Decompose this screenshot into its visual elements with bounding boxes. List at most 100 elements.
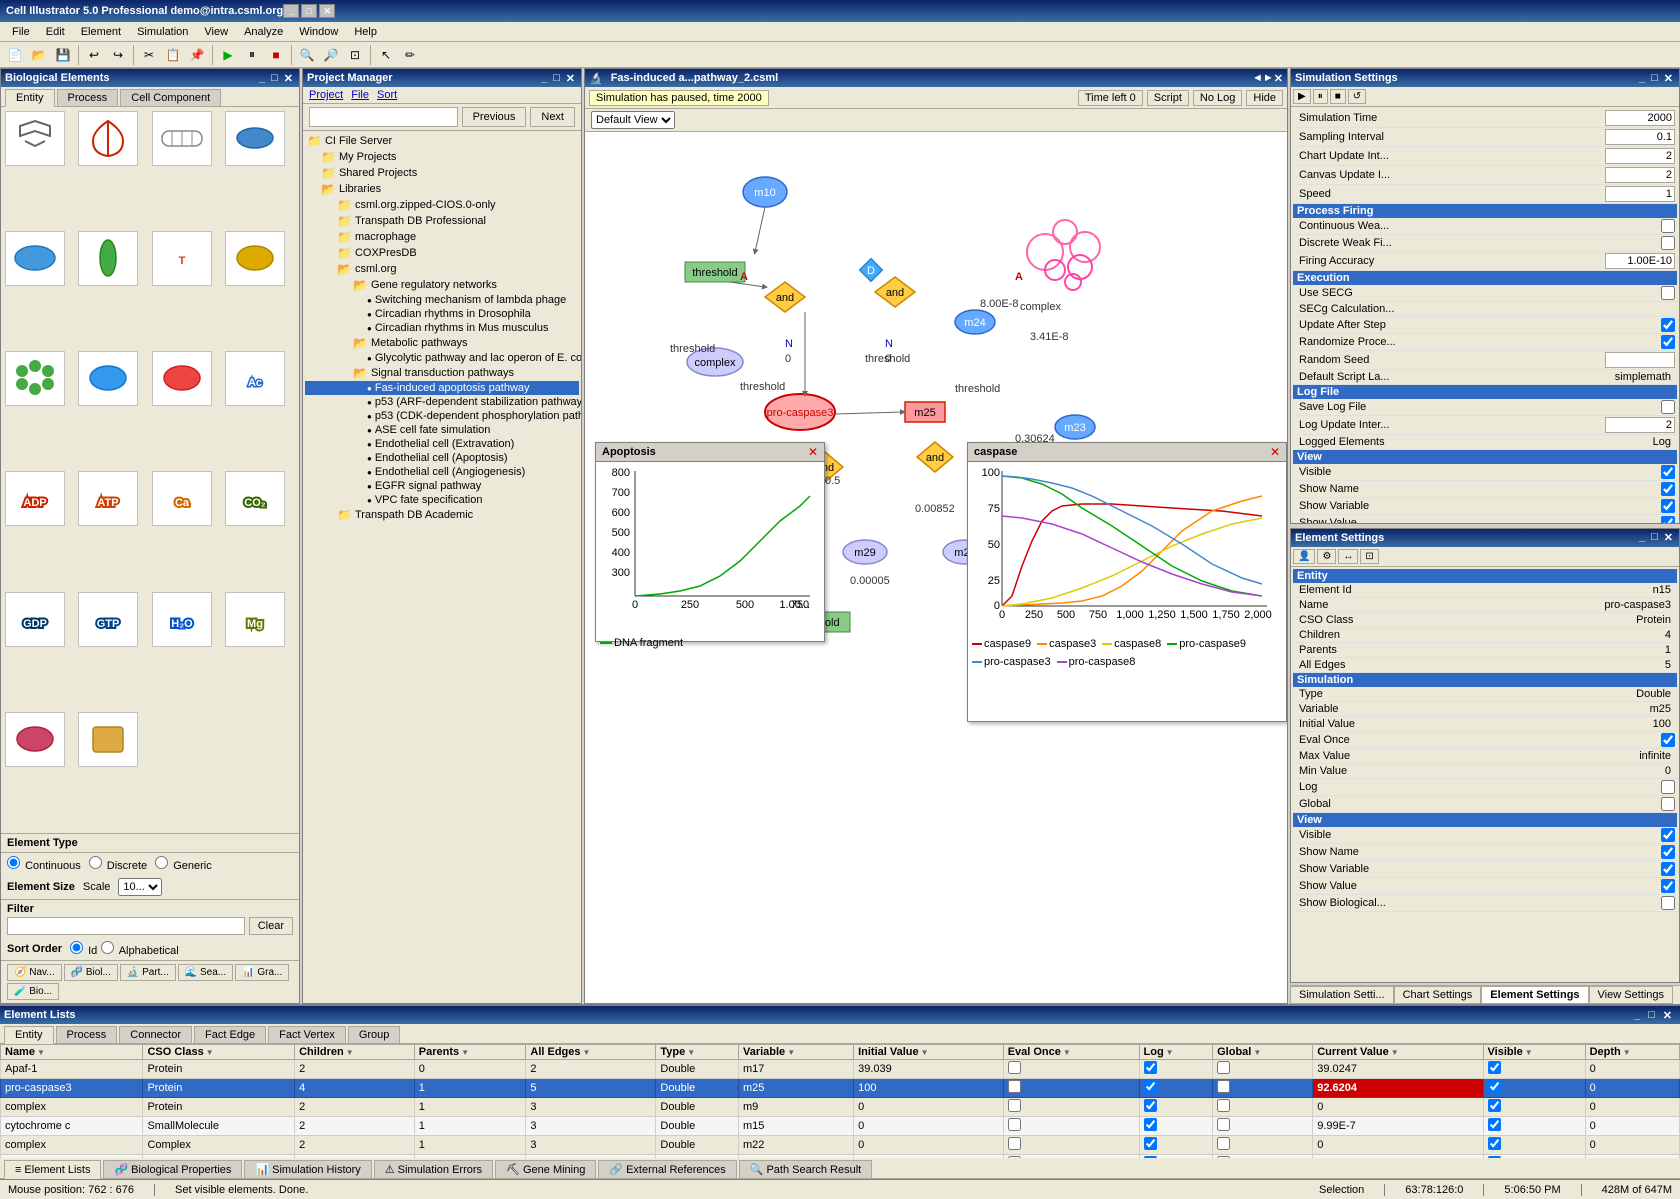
global-check[interactable] — [1661, 797, 1675, 811]
el-tab-process[interactable]: Process — [56, 1026, 118, 1043]
type-continuous-radio[interactable] — [7, 856, 20, 869]
view-header-elem[interactable]: View — [1293, 813, 1677, 827]
next-button[interactable]: Next — [530, 107, 575, 127]
pm-restore[interactable]: □ — [551, 72, 562, 85]
sampling-interval-input[interactable] — [1605, 129, 1675, 145]
sim-pause-btn[interactable]: ⏸ — [1313, 89, 1328, 104]
el-tab-fact-vertex[interactable]: Fact Vertex — [268, 1026, 346, 1043]
menu-view[interactable]: View — [196, 24, 236, 40]
process-firing-header[interactable]: Process Firing — [1293, 204, 1677, 218]
sim-settings-close[interactable]: ✕ — [1662, 72, 1675, 85]
tb-undo[interactable]: ↩ — [83, 44, 105, 66]
scale-select[interactable]: 10... — [118, 878, 162, 896]
element-cell-more2[interactable] — [78, 712, 138, 767]
show-value-elem-check[interactable] — [1661, 879, 1675, 893]
canvas-prev[interactable]: ◄ — [1252, 72, 1263, 84]
entity-header[interactable]: Entity — [1293, 569, 1677, 583]
bottom-tab-element-lists[interactable]: ≡ Element Lists — [4, 1160, 101, 1179]
element-cell-gtp[interactable]: GTP — [78, 592, 138, 647]
visible-elem-check[interactable] — [1661, 828, 1675, 842]
chart-update-input[interactable] — [1605, 148, 1675, 164]
element-cell-gdp[interactable]: GDP — [5, 592, 65, 647]
tree-p53-arf[interactable]: ●p53 (ARF-dependent stabilization pathwa… — [305, 395, 579, 409]
sort-alpha-radio[interactable] — [101, 941, 114, 954]
sort-alpha-label[interactable]: Alphabetical — [101, 941, 178, 957]
menu-analyze[interactable]: Analyze — [236, 24, 291, 40]
tree-switching-mechanism[interactable]: ●Switching mechanism of lambda phage — [305, 293, 579, 307]
tree-ci-file-server[interactable]: 📁CI File Server — [305, 133, 579, 149]
bottom-tab-external-refs[interactable]: 🔗 External References — [598, 1160, 736, 1178]
tree-egfr[interactable]: ●EGFR signal pathway — [305, 479, 579, 493]
th-initial-value[interactable]: Initial Value ▼ — [854, 1045, 1004, 1060]
bottom-restore[interactable]: □ — [1644, 1009, 1659, 1021]
element-cell-10[interactable] — [78, 351, 138, 406]
show-variable-elem-check[interactable] — [1661, 862, 1675, 876]
execution-header[interactable]: Execution — [1293, 271, 1677, 285]
pm-close[interactable]: ✕ — [564, 72, 577, 85]
clear-button[interactable]: Clear — [249, 917, 293, 935]
sim-stop-btn[interactable]: ■ — [1330, 89, 1346, 104]
th-parents[interactable]: Parents ▼ — [414, 1045, 526, 1060]
th-log[interactable]: Log ▼ — [1139, 1045, 1213, 1060]
bottom-tab-sim-errors[interactable]: ⚠ Simulation Errors — [374, 1160, 493, 1178]
el-tab-entity[interactable]: Entity — [4, 1026, 54, 1044]
el-tab-group[interactable]: Group — [348, 1026, 401, 1043]
table-row[interactable]: complex Complex 2 1 3 Double m22 0 0 0 — [1, 1136, 1680, 1155]
elem-tb-3[interactable]: ↔ — [1338, 549, 1358, 564]
element-cell-6[interactable] — [78, 231, 138, 286]
el-tab-connector[interactable]: Connector — [119, 1026, 192, 1043]
caspase-chart-header[interactable]: caspase ✕ — [968, 443, 1286, 462]
th-eval-once[interactable]: Eval Once ▼ — [1003, 1045, 1139, 1060]
table-row[interactable]: Apaf-1 Protein 2 0 2 Double m17 39.039 3… — [1, 1060, 1680, 1079]
canvas-content[interactable]: m10 threshold and and pro-caspase3 m25 c… — [585, 132, 1287, 1003]
element-cell-mg[interactable]: Mg — [225, 592, 285, 647]
bottom-tab-bio-properties[interactable]: 🧬 Biological Properties — [103, 1160, 242, 1178]
tree-csml-org[interactable]: 📂csml.org — [305, 261, 579, 277]
sim-settings-minimize[interactable]: _ — [1637, 72, 1647, 85]
th-variable[interactable]: Variable ▼ — [738, 1045, 853, 1060]
tb-run[interactable]: ▶ — [217, 44, 239, 66]
view-select[interactable]: Default View — [591, 111, 675, 129]
use-secg-check[interactable] — [1661, 286, 1675, 300]
maximize-button[interactable]: □ — [301, 4, 317, 18]
element-cell-7[interactable]: T — [152, 231, 212, 286]
th-children[interactable]: Children ▼ — [295, 1045, 415, 1060]
bio-elements-restore[interactable]: □ — [269, 72, 280, 85]
element-cell-adp[interactable]: ADP — [5, 471, 65, 526]
tree-endothelial-apo[interactable]: ●Endothelial cell (Apoptosis) — [305, 451, 579, 465]
tree-csml-zipped[interactable]: 📁csml.org.zipped-CIOS.0-only — [305, 197, 579, 213]
menu-element[interactable]: Element — [73, 24, 129, 40]
bottom-close[interactable]: ✕ — [1659, 1009, 1676, 1022]
element-cell-2[interactable] — [78, 111, 138, 166]
sort-id-radio[interactable] — [70, 941, 83, 954]
element-cell-ca[interactable]: Ca — [152, 471, 212, 526]
th-all-edges[interactable]: All Edges ▼ — [526, 1045, 656, 1060]
show-value-check[interactable] — [1661, 516, 1675, 523]
tree-endothelial-extra[interactable]: ●Endothelial cell (Extravation) — [305, 437, 579, 451]
element-cell-co2[interactable]: CO₂ — [225, 471, 285, 526]
tab-entity[interactable]: Entity — [5, 89, 55, 107]
el-tab-fact-edge[interactable]: Fact Edge — [194, 1026, 266, 1043]
tb-zoom-out[interactable]: 🔎 — [320, 44, 342, 66]
tb-zoom-in[interactable]: 🔍 — [296, 44, 318, 66]
tree-vpc[interactable]: ●VPC fate specification — [305, 493, 579, 507]
log-check[interactable] — [1661, 780, 1675, 794]
update-after-step-check[interactable] — [1661, 318, 1675, 332]
type-generic-label[interactable]: Generic — [155, 856, 212, 872]
caspase-chart-close[interactable]: ✕ — [1270, 445, 1280, 459]
bottom-tab-gene-mining[interactable]: ⛏ Gene Mining — [495, 1160, 596, 1178]
element-cell-1[interactable] — [5, 111, 65, 166]
tree-coxpresdb[interactable]: 📁COXPresDB — [305, 245, 579, 261]
random-seed-input[interactable] — [1605, 352, 1675, 368]
sim-time-input[interactable] — [1605, 110, 1675, 126]
apoptosis-chart-header[interactable]: Apoptosis ✕ — [596, 443, 824, 462]
element-cell-h2o[interactable]: H₂O — [152, 592, 212, 647]
bottom-minimize[interactable]: _ — [1630, 1009, 1644, 1021]
tb-pause[interactable]: ⏸ — [241, 44, 263, 66]
menu-simulation[interactable]: Simulation — [129, 24, 196, 40]
tab-sim-settings[interactable]: Simulation Setti... — [1290, 986, 1394, 1004]
speed-input[interactable] — [1605, 186, 1675, 202]
minimize-button[interactable]: _ — [283, 4, 299, 18]
menu-help[interactable]: Help — [346, 24, 385, 40]
show-name-check[interactable] — [1661, 482, 1675, 496]
